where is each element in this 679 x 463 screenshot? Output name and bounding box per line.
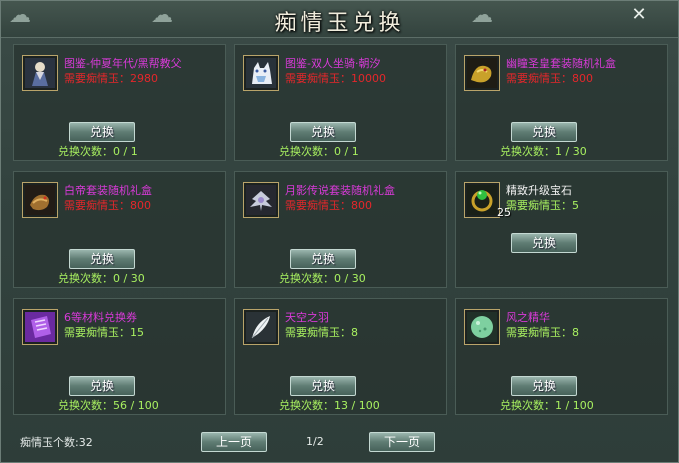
exchange-times: 兑换次数：0 / 1 (279, 145, 359, 158)
item-requirement: 需要痴情玉：800 (506, 72, 593, 85)
exchange-button[interactable]: 兑换 (69, 122, 135, 142)
exchange-times: 兑换次数：1 / 100 (500, 399, 594, 412)
item-requirement: 需要痴情玉：5 (506, 199, 579, 212)
exchange-button[interactable]: 兑换 (290, 122, 356, 142)
green-gem-ring-icon: 25 (464, 182, 511, 219)
item-name: 月影传说套装随机礼盒 (285, 184, 395, 197)
item-name: 天空之羽 (285, 311, 329, 324)
exchange-button[interactable]: 兑换 (511, 233, 577, 253)
currency-count: 痴情玉个数:32 (20, 436, 93, 449)
exchange-times: 兑换次数：0 / 1 (58, 145, 138, 158)
exchange-item: 25 精致升级宝石 需要痴情玉：5 兑换 (455, 171, 668, 288)
window-title: 痴情玉兑换 (274, 11, 405, 36)
title-bar: ☁ ☁ ☁ 痴情玉兑换 ✕ (1, 1, 678, 38)
exchange-item: 6等材料兑换券 需要痴情玉：15 兑换 兑换次数：56 / 100 (13, 298, 226, 415)
exchange-button[interactable]: 兑换 (69, 376, 135, 396)
next-page-button[interactable]: 下一页 (369, 432, 435, 452)
exchange-button[interactable]: 兑换 (511, 122, 577, 142)
item-name: 白帝套装随机礼盒 (64, 184, 152, 197)
golden-dragon-box-icon (464, 55, 500, 91)
exchange-button[interactable]: 兑换 (290, 376, 356, 396)
item-name: 6等材料兑换券 (64, 311, 137, 324)
silver-wing-box-icon (243, 182, 279, 218)
white-feather-icon (243, 309, 279, 345)
exchange-times: 兑换次数：13 / 100 (279, 399, 380, 412)
exchange-item: 月影传说套装随机礼盒 需要痴情玉：800 兑换 兑换次数：0 / 30 (234, 171, 447, 288)
dragon-gift-box-icon (22, 182, 58, 218)
item-requirement: 需要痴情玉：800 (64, 199, 151, 212)
item-name: 图鉴-双人坐骑·朝汐 (285, 57, 381, 70)
exchange-button[interactable]: 兑换 (511, 376, 577, 396)
item-requirement: 需要痴情玉：8 (506, 326, 579, 339)
exchange-window: ☁ ☁ ☁ 痴情玉兑换 ✕ 图鉴-仲夏年代/黑帮教父 需要痴情玉：2980 兑换… (0, 0, 679, 463)
exchange-times: 兑换次数：56 / 100 (58, 399, 159, 412)
item-requirement: 需要痴情玉：8 (285, 326, 358, 339)
prev-page-button[interactable]: 上一页 (201, 432, 267, 452)
item-requirement: 需要痴情玉：2980 (64, 72, 158, 85)
exchange-item: 天空之羽 需要痴情玉：8 兑换 兑换次数：13 / 100 (234, 298, 447, 415)
exchange-item: 幽瞳圣皇套装随机礼盒 需要痴情玉：800 兑换 兑换次数：1 / 30 (455, 44, 668, 161)
exchange-button[interactable]: 兑换 (69, 249, 135, 269)
exchange-times: 兑换次数：0 / 30 (279, 272, 366, 285)
page-indicator: 1/2 (306, 435, 324, 448)
exchange-item: 风之精华 需要痴情玉：8 兑换 兑换次数：1 / 100 (455, 298, 668, 415)
item-name: 精致升级宝石 (506, 184, 572, 197)
item-name: 幽瞳圣皇套装随机礼盒 (506, 57, 616, 70)
white-wolf-mount-icon (243, 55, 279, 91)
exchange-times: 兑换次数：0 / 30 (58, 272, 145, 285)
purple-ticket-icon (22, 309, 58, 345)
item-name: 风之精华 (506, 311, 550, 324)
exchange-item: 图鉴-双人坐骑·朝汐 需要痴情玉：10000 兑换 兑换次数：0 / 1 (234, 44, 447, 161)
exchange-times: 兑换次数：1 / 30 (500, 145, 587, 158)
exchange-button[interactable]: 兑换 (290, 249, 356, 269)
exchange-item: 白帝套装随机礼盒 需要痴情玉：800 兑换 兑换次数：0 / 30 (13, 171, 226, 288)
jade-orb-icon (464, 309, 500, 345)
item-requirement: 需要痴情玉：10000 (285, 72, 386, 85)
costume-figure-icon (22, 55, 58, 91)
exchange-item: 图鉴-仲夏年代/黑帮教父 需要痴情玉：2980 兑换 兑换次数：0 / 1 (13, 44, 226, 161)
item-name: 图鉴-仲夏年代/黑帮教父 (64, 57, 182, 70)
close-icon[interactable]: ✕ (630, 6, 648, 24)
item-requirement: 需要痴情玉：15 (64, 326, 144, 339)
item-requirement: 需要痴情玉：800 (285, 199, 372, 212)
